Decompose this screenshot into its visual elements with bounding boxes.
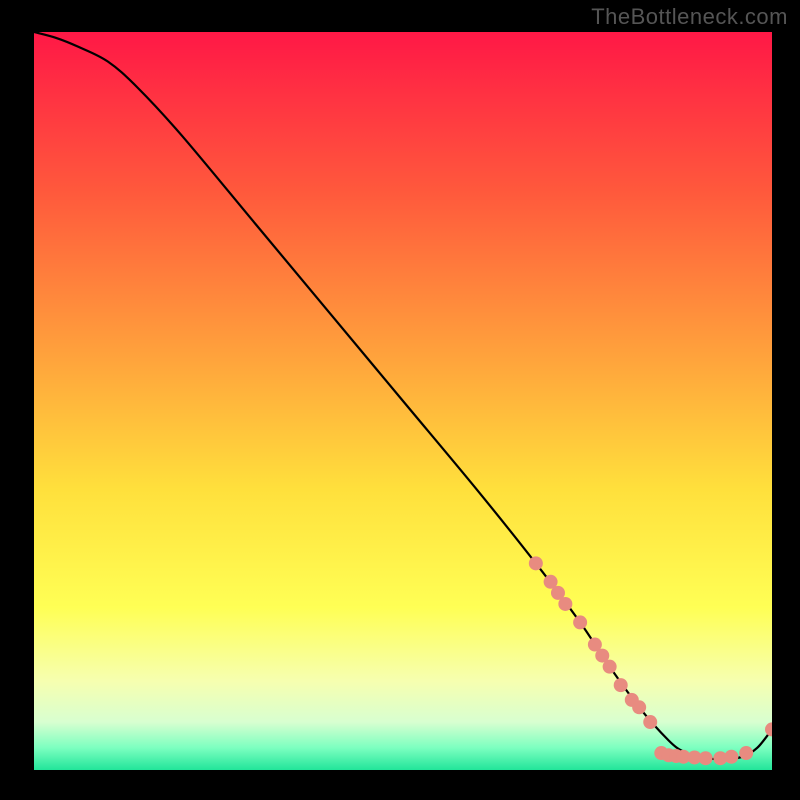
marker-dot [699, 751, 713, 765]
chart-svg [34, 32, 772, 770]
marker-dot [558, 597, 572, 611]
marker-dot [739, 746, 753, 760]
marker-dot [529, 556, 543, 570]
marker-dot [573, 615, 587, 629]
marker-dot [603, 660, 617, 674]
marker-dot [643, 715, 657, 729]
plot-area [34, 32, 772, 770]
marker-dot [724, 750, 738, 764]
marker-dot [614, 678, 628, 692]
marker-dot [632, 700, 646, 714]
watermark-text: TheBottleneck.com [591, 4, 788, 30]
chart-frame: TheBottleneck.com [0, 0, 800, 800]
